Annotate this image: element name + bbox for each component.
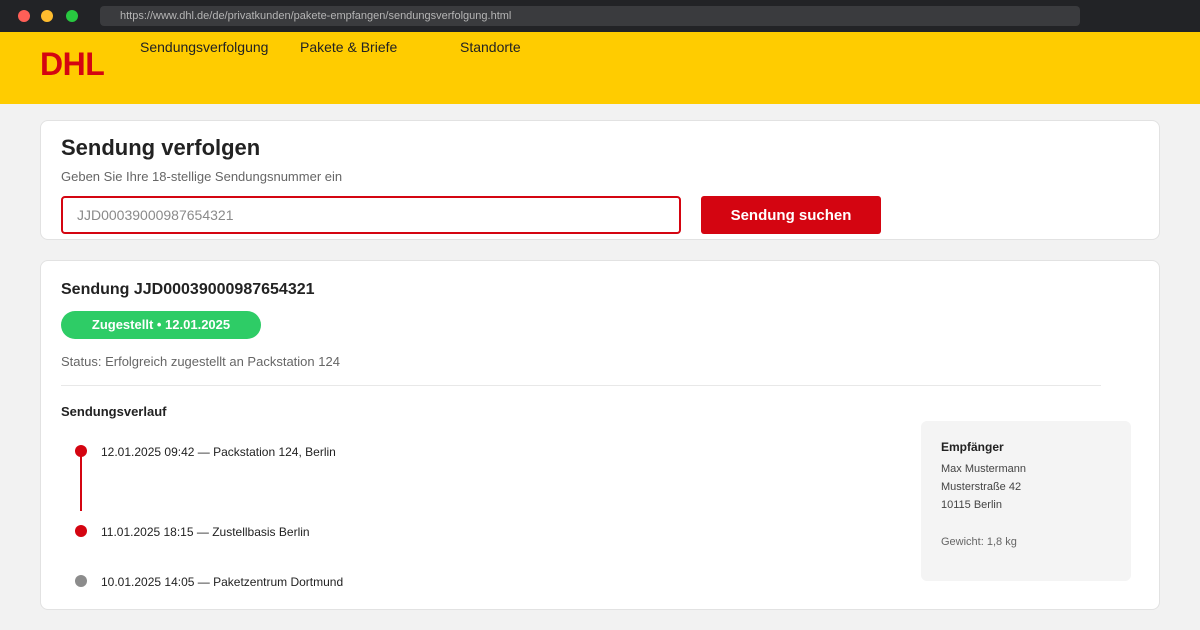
- search-subtitle: Geben Sie Ihre 18-stellige Sendungsnumme…: [61, 169, 343, 184]
- dhl-logo[interactable]: DHL: [40, 46, 105, 83]
- timeline-entry: 10.01.2025 14:05 — Paketzentrum Dortmund: [101, 575, 344, 589]
- shipment-title: Sendung JJD00039000987654321: [61, 281, 315, 298]
- tracking-search-card: Sendung verfolgen Geben Sie Ihre 18-stel…: [40, 120, 1160, 240]
- search-title: Sendung verfolgen: [61, 135, 261, 160]
- shipment-result-card: Sendung JJD00039000987654321 Zugestellt …: [40, 260, 1160, 610]
- timeline-dot-icon: [75, 525, 87, 537]
- shipment-weight: Gewicht: 1,8 kg: [941, 536, 1017, 548]
- nav-pakete-briefe[interactable]: Pakete & Briefe: [300, 39, 397, 55]
- recipient-panel: Empfänger Max Mustermann Musterstraße 42…: [921, 421, 1131, 581]
- recipient-street: Musterstraße 42: [941, 481, 1022, 493]
- timeline-line: [80, 451, 82, 511]
- tracking-number-input[interactable]: [61, 196, 681, 234]
- recipient-name: Max Mustermann: [941, 463, 1026, 475]
- timeline-entry: 12.01.2025 09:42 — Packstation 124, Berl…: [101, 445, 336, 459]
- maximize-window-button[interactable]: [66, 10, 78, 22]
- recipient-title: Empfänger: [941, 440, 1004, 454]
- timeline-dot-icon: [75, 575, 87, 587]
- browser-chrome: https://www.dhl.de/de/privatkunden/paket…: [0, 0, 1200, 32]
- search-shipment-button[interactable]: Sendung suchen: [701, 196, 881, 234]
- timeline-dot-icon: [75, 445, 87, 457]
- nav-sendungsverfolgung[interactable]: Sendungsverfolgung: [140, 39, 268, 55]
- recipient-city: 10115 Berlin: [941, 499, 1002, 511]
- history-title: Sendungsverlauf: [61, 404, 167, 419]
- close-window-button[interactable]: [18, 10, 30, 22]
- status-badge: Zugestellt • 12.01.2025: [61, 311, 261, 339]
- divider: [61, 385, 1101, 386]
- address-bar[interactable]: https://www.dhl.de/de/privatkunden/paket…: [100, 6, 1080, 26]
- timeline-entry: 11.01.2025 18:15 — Zustellbasis Berlin: [101, 525, 310, 539]
- site-header: DHL Sendungsverfolgung Pakete & Briefe S…: [0, 32, 1200, 104]
- minimize-window-button[interactable]: [41, 10, 53, 22]
- nav-standorte[interactable]: Standorte: [460, 39, 521, 55]
- status-text: Status: Erfolgreich zugestellt an Packst…: [61, 354, 340, 369]
